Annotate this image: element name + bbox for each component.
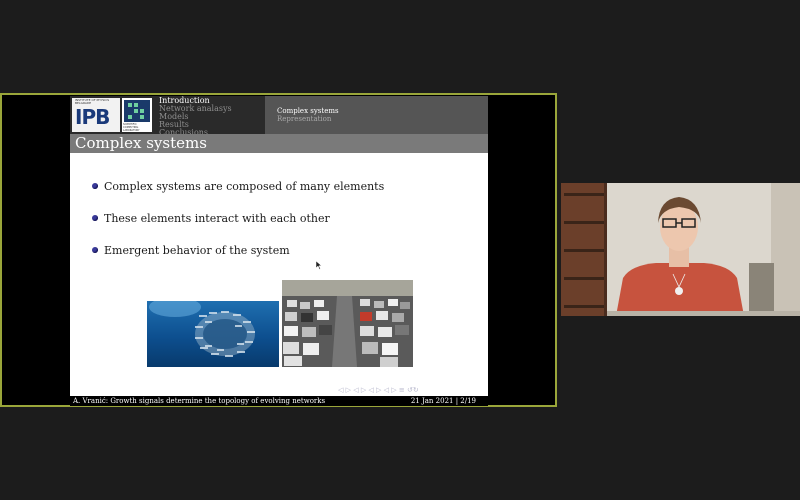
slide-footer: A. Vranić: Growth signals determine the … xyxy=(70,396,488,406)
scl-logo-caption: SCIENTIFIC COMPUTING LABORATORY xyxy=(123,123,140,132)
scl-logo: SCIENTIFIC COMPUTING LABORATORY xyxy=(122,98,152,132)
frame-title-bar: Complex systems xyxy=(70,134,488,153)
presentation-slide: INSTITUTE OF PHYSICS BELGRADE IPB SCIENT… xyxy=(70,96,488,405)
subsection-navigation: Complex systems Representation xyxy=(265,96,488,134)
bullet-item: Emergent behavior of the system xyxy=(92,244,384,276)
participant-video xyxy=(561,183,800,316)
fish-school-image xyxy=(147,301,279,367)
footer-author-title: A. Vranić: Growth signals determine the … xyxy=(73,397,326,405)
bullet-text: These elements interact with each other xyxy=(104,212,330,225)
bullet-icon xyxy=(92,247,98,253)
bullet-list: Complex systems are composed of many ele… xyxy=(92,180,384,276)
section-navigation: Introduction Network analasys Models Res… xyxy=(159,97,232,137)
bullet-text: Emergent behavior of the system xyxy=(104,244,290,257)
frame-title: Complex systems xyxy=(75,134,207,152)
bullet-icon xyxy=(92,183,98,189)
screen-share-window: INSTITUTE OF PHYSICS BELGRADE IPB SCIENT… xyxy=(0,93,557,407)
bullet-icon xyxy=(92,215,98,221)
bullet-text: Complex systems are composed of many ele… xyxy=(104,180,385,193)
current-section[interactable]: Complex systems xyxy=(277,107,339,115)
current-subsection[interactable]: Representation xyxy=(277,115,331,123)
traffic-jam-image xyxy=(282,280,413,367)
scl-logo-mark xyxy=(124,100,150,122)
slide-header: INSTITUTE OF PHYSICS BELGRADE IPB SCIENT… xyxy=(70,96,488,137)
beamer-navigation-icons[interactable]: ◁ ▷ ◁ ▷ ◁ ▷ ◁ ▷ ≡ ↺↻ xyxy=(338,386,419,394)
ipb-logo: INSTITUTE OF PHYSICS BELGRADE IPB xyxy=(72,98,120,132)
mouse-cursor-icon xyxy=(316,261,322,270)
bullet-item: These elements interact with each other xyxy=(92,212,384,244)
bullet-item: Complex systems are composed of many ele… xyxy=(92,180,384,212)
footer-date-page: 21 Jan 2021 | 2/19 xyxy=(410,397,476,405)
ipb-logo-mark: IPB xyxy=(75,105,110,129)
